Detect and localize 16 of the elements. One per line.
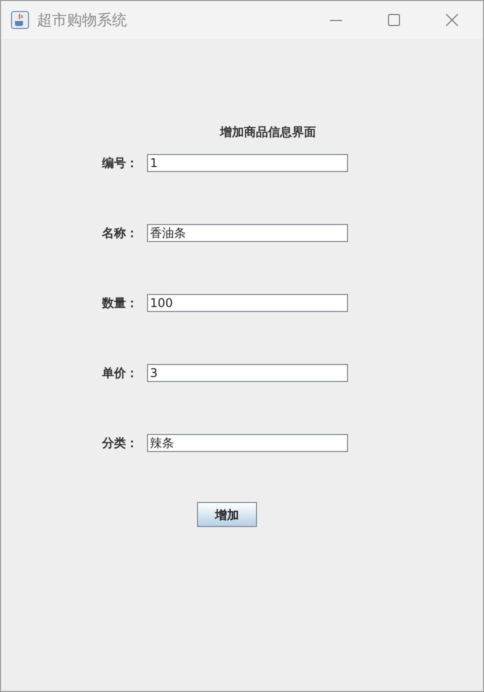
field-label: 分类： (102, 435, 138, 452)
input-field[interactable]: 1 (147, 154, 348, 172)
field-label: 名称： (102, 225, 138, 242)
input-field[interactable]: 香油条 (147, 224, 348, 242)
window-title: 超市购物系统 (37, 10, 127, 31)
input-field[interactable]: 3 (147, 364, 348, 382)
input-field[interactable]: 辣条 (147, 434, 348, 452)
field-label: 编号： (102, 155, 138, 172)
field-label: 单价： (102, 365, 138, 382)
coffee-cup-icon (11, 11, 29, 29)
form-heading: 增加商品信息界面 (220, 124, 316, 140)
close-icon[interactable] (446, 14, 458, 26)
maximize-icon[interactable] (388, 14, 400, 26)
add-button[interactable]: 增加 (197, 502, 257, 527)
field-label: 数量： (102, 295, 138, 312)
input-field[interactable]: 100 (147, 294, 348, 312)
